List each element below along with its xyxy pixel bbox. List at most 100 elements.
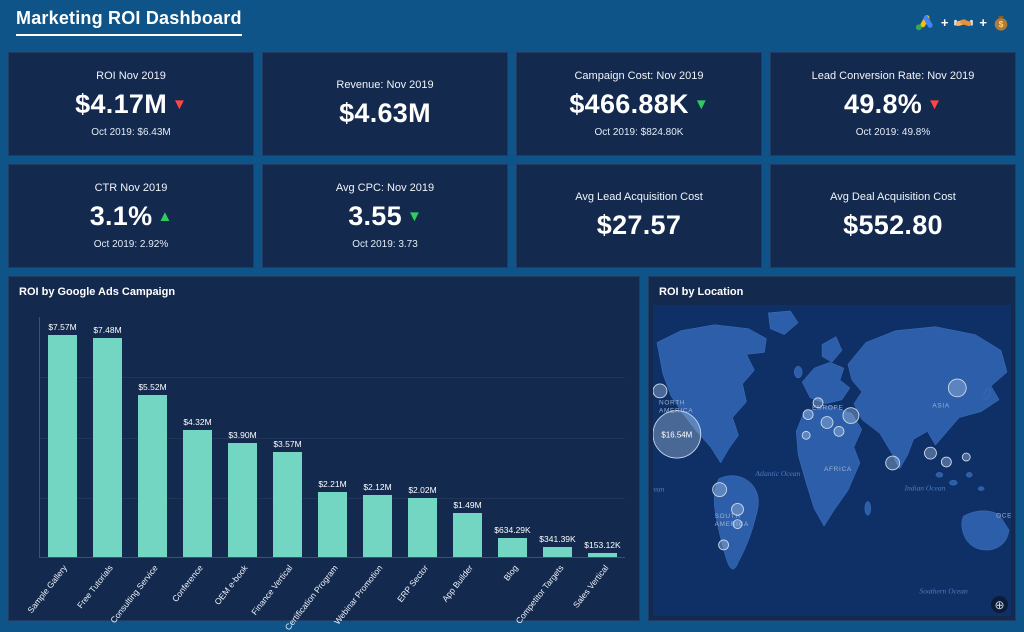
bar[interactable] [47,335,78,557]
map-bubble[interactable] [885,455,901,471]
map-bubble[interactable] [801,430,811,440]
kpi-previous-value: Oct 2019: $6.43M [91,127,171,138]
map-area: NORTHAMERICAEUROPEASIAAFRICASOUTHAMERICA… [653,305,1011,616]
map-ocean-label: Ocean [653,485,665,494]
bar-category-label: Blog [501,563,521,583]
bar[interactable] [272,452,303,557]
kpi-card: Avg Lead Acquisition Cost $27.57 [516,164,762,268]
kpi-label: Avg CPC: Nov 2019 [335,182,435,194]
kpi-value: $466.88K [569,89,689,119]
bar[interactable] [227,442,258,557]
bar-value-label: $4.32M [183,417,212,428]
map-bubble[interactable] [833,425,845,437]
map-bubble[interactable] [842,407,860,424]
map-bubble[interactable] [924,446,937,460]
map-bubble[interactable] [718,539,730,551]
trend-down-icon: ▼ [927,96,942,113]
bar-category-label: Conference [169,563,205,604]
bar-xlabels: Sample Gallery Free Tutorials Consulting S… [26,560,625,632]
bar[interactable] [542,547,573,557]
map-bubble[interactable] [961,452,971,462]
kpi-label: Lead Conversion Rate: Nov 2019 [811,70,975,82]
map-bubble[interactable] [812,397,824,409]
map-title: ROI by Location [659,286,744,298]
bar[interactable] [137,395,168,557]
google-ads-icon [914,13,936,32]
bar[interactable] [317,492,348,557]
svg-text:$: $ [999,19,1004,29]
page-title: Marketing ROI Dashboard [16,8,242,36]
bar[interactable] [407,497,438,557]
bar-category-label: App Builder [440,563,476,604]
kpi-label: Avg Deal Acquisition Cost [830,191,956,203]
kpi-label: Campaign Cost: Nov 2019 [574,70,704,82]
bar-value-label: $7.48M [93,324,122,335]
bar[interactable] [362,494,393,557]
map-bubble[interactable] [732,519,743,530]
map-bubble[interactable] [820,416,834,429]
plus-separator: + [940,14,949,30]
kpi-card: Avg CPC: Nov 2019 3.55 ▼ Oct 2019: 3.73 [262,164,508,268]
map-bubble[interactable] [940,456,952,468]
kpi-previous-value: Oct 2019: 3.73 [352,239,418,250]
kpi-card: CTR Nov 2019 3.1% ▲ Oct 2019: 2.92% [8,164,254,268]
bar-value-label: $2.02M [408,484,437,495]
map-region-label: AFRICA [824,466,852,473]
kpi-label: Avg Lead Acquisition Cost [575,191,703,203]
trend-up-icon: ▲ [157,208,173,225]
bar-value-label: $3.90M [228,429,257,440]
bar[interactable] [92,337,123,557]
world-map: NORTHAMERICAEUROPEASIAAFRICASOUTHAMERICA… [653,305,1011,616]
kpi-value: 49.8% [844,89,923,119]
map-ocean-label: Indian Ocean [904,484,946,493]
kpi-card: Avg Deal Acquisition Cost $552.80 [770,164,1016,268]
bar-value-label: $7.57M [48,322,77,332]
map-region-label: AMERICA [715,521,749,528]
map-region-label: OCEA [996,512,1011,519]
kpi-previous-value: Oct 2019: $824.80K [594,127,684,138]
bar[interactable] [182,430,213,557]
bar[interactable] [452,513,483,557]
bar-chart-title: ROI by Google Ads Campaign [19,286,176,298]
kpi-value: $4.63M [339,98,431,128]
map-bubble[interactable] [731,503,744,516]
map-ocean-label: Southern Ocean [920,586,968,595]
kpi-grid: ROI Nov 2019 $4.17M ▼ Oct 2019: $6.43M Reven… [8,52,1016,268]
bar-value-label: $341.39K [539,534,576,544]
kpi-value: 3.55 [348,201,402,231]
kpi-value: $4.17M [75,89,167,119]
header-icons: + + $ [914,13,1010,32]
map-control-icon[interactable]: ⊕ [991,596,1008,613]
kpi-card: ROI Nov 2019 $4.17M ▼ Oct 2019: $6.43M [8,52,254,156]
dashboard-content: ROI Nov 2019 $4.17M ▼ Oct 2019: $6.43M Reven… [0,44,1024,632]
map-ocean-label: Atlantic Ocean [754,469,800,478]
roi-location-panel: ROI by Location NORTH EUROPE ASIA AFRICA… [648,276,1016,621]
kpi-card: Lead Conversion Rate: Nov 2019 49.8% ▼ Oct … [770,52,1016,156]
bar[interactable] [497,538,528,557]
trend-down-icon: ▼ [172,96,187,113]
trend-down-icon: ▼ [693,96,709,113]
map-bubble[interactable] [947,378,967,398]
bar-value-label: $153.12K [584,539,621,550]
kpi-label: Revenue: Nov 2019 [336,79,434,91]
kpi-value: $27.57 [596,210,682,240]
money-bag-icon: $ [992,13,1010,31]
kpi-previous-value: Oct 2019: 49.8% [855,127,931,138]
bar-value-label: $5.52M [138,382,167,393]
handshake-icon [953,15,974,30]
map-bubble[interactable] [653,383,668,399]
plus-separator: + [979,14,987,30]
map-bubble[interactable] [712,482,728,497]
map-bubble[interactable] [802,409,814,420]
bar-value-label: $2.21M [318,479,347,490]
kpi-previous-value: Oct 2019: 2.92% [93,239,169,250]
kpi-card: Revenue: Nov 2019 $4.63M [262,52,508,156]
bar-plot: $7.57M $7.48M $5.52M $4.32M $3.90M $3.57M $2.2… [39,317,625,558]
map-region-label: ASIA [932,403,950,410]
kpi-value: $552.80 [843,210,943,240]
kpi-card: Campaign Cost: Nov 2019 $466.88K ▼ Oct 2019… [516,52,762,156]
map-bubble-value: $16.54M [661,430,692,439]
bar-category-label: Sample Gallery [25,563,70,615]
bar-chart-area: $7.57M $7.48M $5.52M $4.32M $3.90M $3.57M $2.2… [39,317,625,558]
bar[interactable] [587,552,618,557]
